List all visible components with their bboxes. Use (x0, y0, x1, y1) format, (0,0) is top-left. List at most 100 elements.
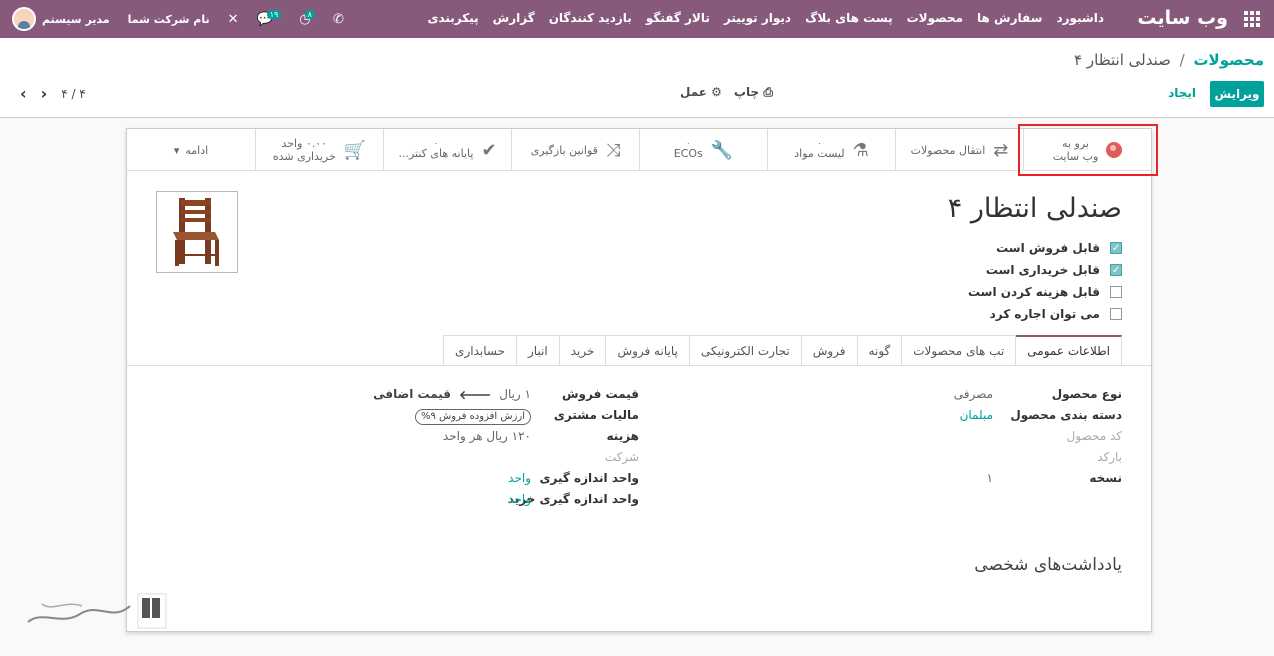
can-be-purchased-checkbox[interactable]: ✓ (1110, 264, 1122, 276)
product-type-value[interactable]: مصرفی (933, 387, 993, 408)
systray: مدیر سیستم نام شرکت شما ✕ 💬 ۱۹ ◷ ۸ ✆ (12, 5, 344, 33)
watermark-logo (27, 593, 167, 629)
tab-accounting[interactable]: حسابداری (443, 335, 517, 365)
pager-value[interactable]: ۴ / ۴ (61, 87, 86, 101)
product-image[interactable] (156, 191, 238, 273)
can-be-sold-row: ✓ قابل فروش است (968, 237, 1122, 259)
can-be-purchased-label: قابل خریداری است (985, 263, 1100, 277)
wrench-icon: 🔧 (710, 139, 734, 161)
pager: ‹ › ۴ / ۴ (20, 84, 86, 103)
menu-item-twitter-wall[interactable]: دیوار توییتر (724, 11, 791, 25)
breadcrumb: محصولات / صندلی انتظار ۴ (1074, 51, 1264, 69)
category-value[interactable]: مبلمان (933, 408, 993, 429)
purchased-button[interactable]: 🛒 ۰.۰۰ واحد خریداری شده (255, 129, 383, 171)
ecos-button[interactable]: 🔧 ۰ ECOs (639, 129, 767, 171)
customer-tax-row: ارزش افزوده فروش ۹% (331, 408, 531, 429)
more-label: ادامه (185, 143, 209, 157)
user-menu[interactable]: مدیر سیستم (42, 13, 110, 26)
can-be-expensed-row: قابل هزینه کردن است (968, 281, 1122, 303)
gear-icon: ⚙ (711, 85, 722, 99)
reordering-rules-label: قوانین بازگیری (530, 143, 598, 157)
main-menu: داشبورد سفارش ها محصولات پست های بلاگ دی… (427, 11, 1104, 25)
can-be-sold-checkbox[interactable]: ✓ (1110, 242, 1122, 254)
ecos-label: ECOs (673, 146, 703, 160)
product-moves-button[interactable]: ⇄ انتقال محصولات (895, 129, 1023, 171)
tab-purchase[interactable]: خرید (558, 335, 607, 365)
tab-product-tabs[interactable]: تب های محصولات (901, 335, 1017, 365)
purchased-label: خریداری شده (272, 150, 336, 163)
menu-item-products[interactable]: محصولات (907, 11, 963, 25)
general-values-col2: ۱ ریال 🡐 قیمت اضافی ارزش افزوده فروش ۹% … (331, 387, 531, 513)
uom-value[interactable]: واحد (331, 471, 531, 492)
exchange-icon: ⇄ (993, 139, 1009, 161)
shuffle-icon: ⤨ (605, 139, 621, 161)
sale-price-row: ۱ ریال 🡐 قیمت اضافی (331, 387, 531, 408)
tabs-divider (127, 365, 1151, 366)
pager-next-button[interactable]: › (41, 84, 48, 103)
print-dropdown[interactable]: ⎙ چاپ (734, 85, 773, 100)
menu-item-forum[interactable]: تالار گفتگو (646, 11, 710, 25)
menu-item-orders[interactable]: سفارش ها (977, 11, 1042, 25)
menu-item-configuration[interactable]: پیکربندی (427, 11, 478, 25)
phone-icon[interactable]: ✆ (333, 12, 344, 27)
cost-value[interactable]: ۱۲۰ ریال هر واحد (331, 429, 531, 450)
reordering-rules-button[interactable]: ⤨ قوانین بازگیری (511, 129, 639, 171)
tab-ecommerce[interactable]: تجارت الکترونیکی (688, 335, 802, 365)
highlight-box (1018, 124, 1158, 176)
breadcrumb-products-link[interactable]: محصولات (1193, 51, 1264, 69)
print-icon: ⎙ (763, 85, 773, 99)
edit-button[interactable]: ویرایش (1210, 81, 1264, 107)
extra-price-link[interactable]: قیمت اضافی (373, 387, 451, 402)
company-value[interactable] (331, 450, 531, 471)
main-navbar: وب سایت داشبورد سفارش ها محصولات پست های… (0, 0, 1274, 38)
caret-down-icon: ▾ (173, 143, 180, 157)
tab-general-info[interactable]: اطلاعات عمومی (1015, 335, 1122, 365)
can-be-expensed-label: قابل هزینه کردن است (967, 285, 1100, 299)
action-dropdown[interactable]: ⚙ عمل (680, 85, 722, 100)
bom-button[interactable]: ⚗ ۰ لیست مواد (767, 129, 895, 171)
sale-price-value[interactable]: ۱ ریال (499, 387, 531, 402)
activity-badge: ۸ (304, 9, 315, 19)
internal-ref-value[interactable] (933, 429, 993, 450)
tab-sales[interactable]: فروش (800, 335, 858, 365)
purchase-uom-value[interactable]: واحد (331, 492, 531, 513)
apps-grid-icon[interactable] (1244, 11, 1260, 27)
menu-item-visitors[interactable]: بازدید کنندگان (549, 11, 632, 25)
tab-inventory[interactable]: انبار (516, 335, 560, 365)
smart-buttons: برو به وب سایت ⇄ انتقال محصولات ⚗ ۰ لیست م… (127, 129, 1151, 171)
debug-tools-icon[interactable]: ✕ (228, 12, 239, 27)
purchased-qty: ۰.۰۰ واحد (281, 137, 328, 150)
pager-previous-button[interactable]: ‹ (20, 84, 27, 103)
breadcrumb-separator: / (1179, 51, 1185, 69)
barcode-value[interactable] (933, 450, 993, 471)
customer-tax-tag[interactable]: ارزش افزوده فروش ۹% (414, 409, 531, 425)
cart-icon: 🛒 (343, 139, 367, 161)
user-avatar[interactable] (12, 7, 36, 31)
pos-button[interactable]: ✔ ۰ پایانه های کنتر... (383, 129, 511, 171)
chat-badge: ۱۹ (266, 9, 282, 19)
chat-menu[interactable]: 💬 ۱۹ (257, 9, 282, 27)
print-label: چاپ (733, 85, 760, 99)
menu-item-dashboard[interactable]: داشبورد (1056, 11, 1104, 25)
tab-pos[interactable]: پایانه فروش (605, 335, 690, 365)
menu-item-blog-posts[interactable]: پست های بلاگ (805, 11, 893, 25)
activity-menu[interactable]: ◷ ۸ (299, 9, 315, 27)
can-be-rented-checkbox[interactable] (1110, 308, 1122, 320)
product-flags: ✓ قابل فروش است ✓ قابل خریداری است قابل … (968, 237, 1122, 325)
action-label: عمل (680, 85, 707, 99)
app-brand[interactable]: وب سایت (1137, 7, 1228, 29)
breadcrumb-current: صندلی انتظار ۴ (1074, 51, 1171, 69)
control-panel: محصولات / صندلی انتظار ۴ ویرایش ایجاد ⎙ … (0, 38, 1274, 118)
more-dropdown[interactable]: ادامه ▾ (127, 129, 255, 171)
version-value[interactable]: ۱ (933, 471, 993, 492)
product-name[interactable]: صندلی انتظار ۴ (948, 193, 1122, 224)
bom-label: لیست مواد (794, 146, 845, 160)
company-switcher[interactable]: نام شرکت شما (128, 13, 210, 26)
general-values-col1: مصرفی مبلمان ۱ (933, 387, 993, 492)
can-be-expensed-checkbox[interactable] (1110, 286, 1122, 298)
arrow-right-icon: 🡐 (459, 388, 492, 402)
menu-item-reporting[interactable]: گزارش (493, 11, 535, 25)
tab-variants[interactable]: گونه (856, 335, 903, 365)
create-button[interactable]: ایجاد (1168, 86, 1196, 100)
can-be-sold-label: قابل فروش است (996, 241, 1100, 255)
